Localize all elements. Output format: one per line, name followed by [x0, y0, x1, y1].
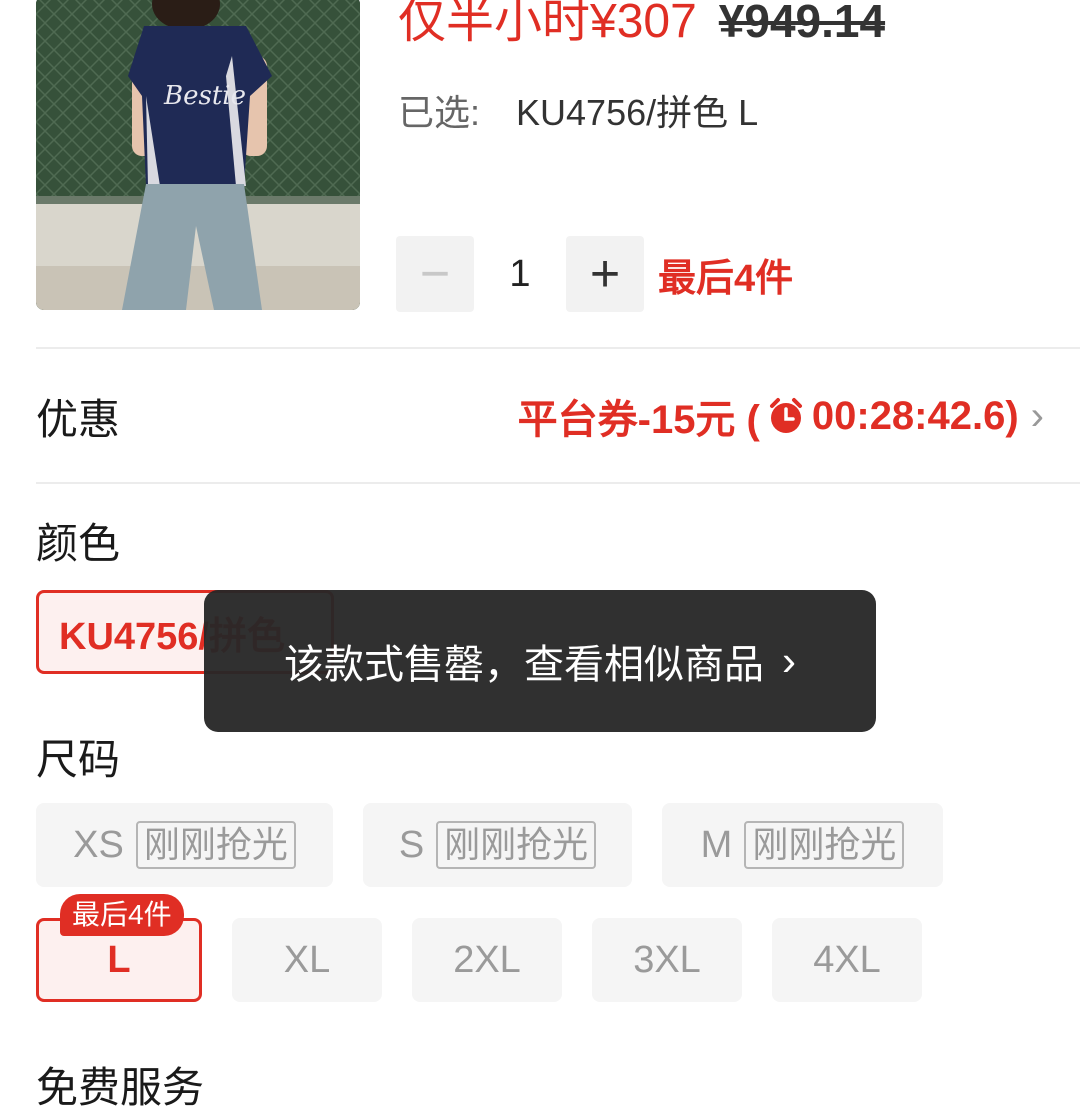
sold-out-tag: 刚刚抢光: [436, 821, 597, 869]
size-option-s[interactable]: S 刚刚抢光: [363, 803, 632, 887]
free-service-section-title: 免费服务: [36, 1064, 205, 1111]
selected-label: 已选:: [398, 92, 481, 133]
original-price: ¥949.14: [718, 0, 886, 47]
sku-selector-panel: Bestie 仅半小时¥307 ¥949.14 已选: KU4756/拼色 L …: [0, 0, 1080, 1116]
size-option-xl[interactable]: XL: [232, 918, 382, 1002]
chevron-right-icon: ›: [782, 637, 796, 684]
size-label: S: [398, 823, 425, 866]
size-section-title: 尺码: [36, 736, 121, 783]
countdown-timer: 00:28:42.6): [811, 393, 1019, 438]
color-section-title: 颜色: [36, 520, 121, 567]
quantity-value[interactable]: 1: [474, 253, 566, 296]
stock-warning: 最后4件: [658, 257, 794, 300]
size-option-3xl[interactable]: 3XL: [592, 918, 742, 1002]
promo-label: 优惠: [36, 395, 121, 443]
size-option-m[interactable]: M 刚刚抢光: [662, 803, 943, 887]
coupon-text: 平台券-15元 (: [517, 398, 760, 442]
sold-out-tag: 刚刚抢光: [135, 821, 296, 869]
size-option-xs[interactable]: XS 刚刚抢光: [36, 803, 333, 887]
size-label: L: [107, 938, 131, 981]
low-stock-badge: 最后4件: [60, 894, 184, 936]
size-option-2xl[interactable]: 2XL: [412, 918, 562, 1002]
promo-value: 平台券-15元 ( 00:28:42.6) ›: [518, 387, 1044, 445]
decrement-button[interactable]: −: [396, 236, 474, 312]
divider: [36, 482, 1080, 484]
selected-variant-line: 已选: KU4756/拼色 L: [398, 84, 758, 136]
size-label: M: [700, 823, 733, 866]
product-image[interactable]: Bestie: [36, 0, 360, 310]
divider: [36, 347, 1080, 349]
toast-message: 该款式售罄，查看相似商品: [284, 643, 764, 687]
selected-value: KU4756/拼色 L: [516, 92, 759, 133]
price-line: 仅半小时¥307 ¥949.14: [398, 0, 885, 50]
promo-row[interactable]: 优惠 平台券-15元 ( 00:28:42.6) ›: [36, 376, 1044, 456]
sold-out-tag: 刚刚抢光: [744, 821, 905, 869]
increment-button[interactable]: +: [566, 236, 644, 312]
svg-text:Bestie: Bestie: [163, 81, 246, 111]
current-price: 仅半小时¥307: [398, 0, 697, 48]
size-option-4xl[interactable]: 4XL: [772, 918, 922, 1002]
alarm-clock-icon: [766, 396, 806, 436]
chevron-right-icon: ›: [1030, 393, 1044, 438]
sold-out-toast[interactable]: 该款式售罄，查看相似商品 ›: [204, 590, 876, 732]
product-photo-illustration: Bestie: [36, 0, 360, 310]
size-label: XS: [73, 823, 124, 866]
quantity-stepper: − 1 + 最后4件: [396, 236, 793, 312]
